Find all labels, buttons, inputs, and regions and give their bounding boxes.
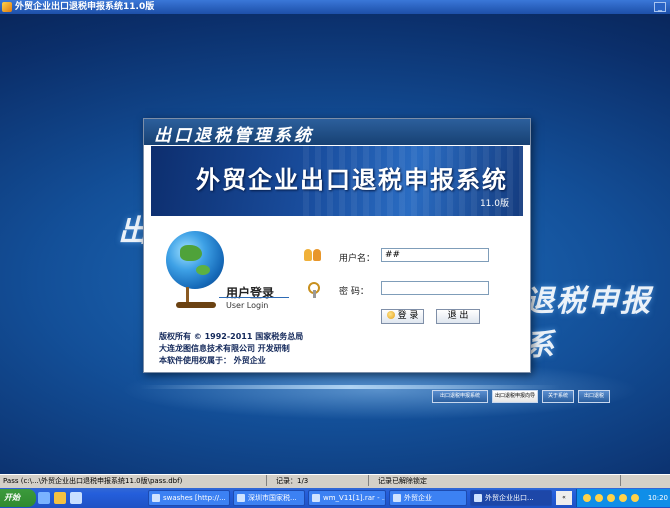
login-icon — [386, 311, 395, 319]
desktop-icon[interactable] — [38, 492, 50, 504]
window-title-bar[interactable]: 外贸企业出口退税申报系统11.0版 _ — [0, 0, 670, 14]
about-button[interactable]: 关于系统 — [542, 390, 574, 403]
users-icon — [304, 247, 322, 263]
taskbar-item[interactable]: wm_V11[1].rar - ... — [308, 490, 386, 506]
login-button-label: 登 录 — [397, 311, 419, 321]
browser-icon[interactable] — [70, 492, 82, 504]
window-title: 外贸企业出口退税申报系统11.0版 — [15, 2, 155, 12]
folder-icon[interactable] — [54, 492, 66, 504]
status-separator — [266, 475, 267, 486]
tax-button[interactable]: 出口退税 — [578, 390, 610, 403]
login-title-underline — [219, 297, 289, 298]
login-dialog: 出口退税管理系统 外贸企业出口退税申报系统 11.0版 用户登录 User Lo… — [143, 118, 531, 373]
taskbar-item[interactable]: 深圳市国家税... — [233, 490, 305, 506]
tray-icon[interactable] — [595, 494, 603, 502]
username-label: 用户名： — [339, 254, 376, 264]
background-streak — [140, 385, 560, 389]
system-tray: 10:20 — [576, 489, 670, 507]
exit-button[interactable]: 退 出 — [436, 309, 480, 324]
key-icon — [308, 282, 326, 298]
banner-version: 11.0版 — [479, 199, 509, 209]
login-title: 用户登录 — [226, 286, 275, 300]
login-subtitle: User Login — [226, 301, 269, 310]
tray-icon[interactable] — [631, 494, 639, 502]
license-text: 本软件使用权属于： 外贸企业 — [159, 356, 266, 365]
language-indicator[interactable]: « — [556, 491, 572, 505]
taskbar-item[interactable]: 外贸企业 — [389, 490, 467, 506]
wizard-button[interactable]: 出口退税申报向导 — [492, 390, 538, 403]
globe-land — [196, 265, 210, 275]
copyright-text: 版权所有 © 1992-2011 国家税务总局 — [159, 332, 304, 341]
banner-title: 外贸企业出口退税申报系统 — [196, 165, 508, 194]
status-lock: 记录已解除锁定 — [378, 477, 427, 485]
status-path: Pass (c:\...\外贸企业出口退税申报系统11.0版\pass.dbf) — [3, 477, 183, 485]
background-text-right: 退税申报系 — [524, 284, 652, 363]
taskbar: 开始 swashes [http://... 深圳市国家税... wm_V11[… — [0, 488, 670, 508]
developer-text: 大连龙图信息技术有限公司 开发研制 — [159, 344, 290, 353]
dialog-header: 出口退税管理系统 — [144, 119, 530, 146]
password-field[interactable] — [381, 281, 489, 295]
dialog-banner: 外贸企业出口退税申报系统 11.0版 — [151, 146, 523, 216]
status-separator — [368, 475, 369, 486]
start-button[interactable]: 开始 — [0, 489, 36, 507]
globe-base — [176, 302, 216, 308]
taskbar-item[interactable]: swashes [http://... — [148, 490, 230, 506]
status-separator — [620, 475, 621, 486]
globe-icon — [166, 231, 224, 289]
status-bar: Pass (c:\...\外贸企业出口退税申报系统11.0版\pass.dbf)… — [0, 474, 670, 488]
tray-icon[interactable] — [607, 494, 615, 502]
clock: 10:20 — [647, 494, 668, 502]
password-label: 密 码： — [339, 287, 369, 297]
globe-land — [180, 245, 202, 261]
dialog-header-title: 出口退税管理系统 — [154, 126, 314, 146]
status-record: 记录：1/3 — [276, 477, 309, 485]
app-icon — [2, 2, 12, 12]
taskbar-item-active[interactable]: 外贸企业出口... — [470, 490, 552, 506]
username-field[interactable] — [381, 248, 489, 262]
minimize-button[interactable]: _ — [654, 2, 666, 12]
system-button[interactable]: 出口退税申报系统 — [432, 390, 488, 403]
tray-icon[interactable] — [583, 494, 591, 502]
desktop-screen: 外贸企业出口退税申报系统11.0版 _ 出口 退税申报系 出口退税管理系统 外贸… — [0, 0, 670, 508]
tray-icon[interactable] — [619, 494, 627, 502]
login-button[interactable]: 登 录 — [381, 309, 424, 324]
